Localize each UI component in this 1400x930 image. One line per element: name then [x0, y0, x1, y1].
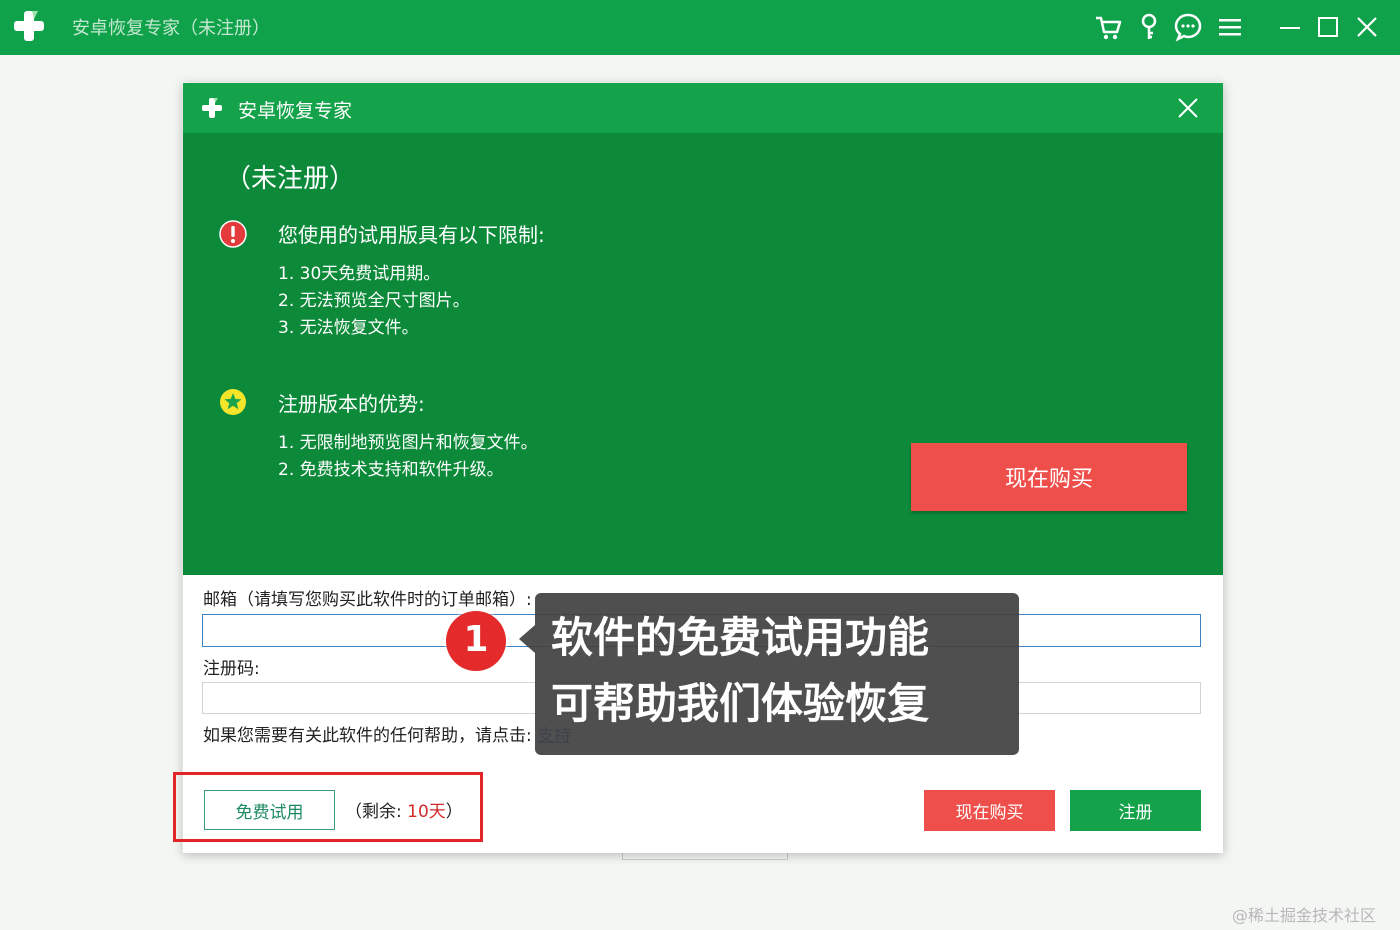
- menu-icon[interactable]: [1215, 12, 1245, 42]
- close-icon[interactable]: [1175, 95, 1201, 121]
- advantages-title: 注册版本的优势:: [278, 392, 425, 416]
- annotation-callout: 软件的免费试用功能 可帮助我们体验恢复: [535, 593, 1019, 755]
- trial-limit-item: 2. 无法预览全尺寸图片。: [278, 291, 470, 311]
- callout-line-2: 可帮助我们体验恢复: [551, 679, 930, 728]
- help-line: 如果您需要有关此软件的任何帮助，请点击: 支持: [203, 721, 571, 746]
- dialog-header: 安卓恢复专家: [183, 83, 1223, 133]
- plus-logo-icon: [202, 98, 222, 118]
- register-button[interactable]: 注册: [1070, 790, 1201, 831]
- step-number-badge: 1: [446, 611, 506, 671]
- email-label: 邮箱（请填写您购买此软件时的订单邮箱）:: [203, 590, 532, 610]
- minimize-icon[interactable]: [1275, 12, 1305, 42]
- watermark: @稀土掘金技术社区: [1232, 906, 1377, 925]
- remaining-prefix: （剩余:: [345, 802, 408, 822]
- remaining-days-value: 10天: [407, 802, 446, 822]
- star-icon: [220, 389, 246, 415]
- help-text: 如果您需要有关此软件的任何帮助，请点击:: [203, 726, 532, 746]
- buy-now-button[interactable]: 现在购买: [911, 443, 1187, 511]
- advantage-item: 1. 无限制地预览图片和恢复文件。: [278, 433, 538, 453]
- maximize-icon[interactable]: [1313, 12, 1343, 42]
- key-icon[interactable]: [1134, 12, 1164, 42]
- registration-status: （未注册）: [225, 164, 356, 194]
- advantage-item: 2. 免费技术支持和软件升级。: [278, 460, 504, 480]
- cart-icon[interactable]: [1093, 12, 1123, 42]
- callout-pointer: [519, 625, 535, 653]
- dialog-title: 安卓恢复专家: [238, 100, 353, 122]
- info-panel: （未注册） 您使用的试用版具有以下限制: 1. 30天免费试用期。 2. 无法预…: [183, 133, 1223, 575]
- free-trial-button[interactable]: 免费试用: [204, 790, 335, 830]
- registration-code-label: 注册码:: [203, 659, 260, 679]
- app-titlebar: 安卓恢复专家（未注册）: [0, 0, 1400, 55]
- buy-now-small-button[interactable]: 现在购买: [924, 790, 1055, 831]
- remaining-suffix: ）: [445, 802, 463, 822]
- chat-icon[interactable]: [1173, 12, 1203, 42]
- remaining-days-text: （剩余: 10天）: [345, 797, 463, 822]
- trial-limit-item: 3. 无法恢复文件。: [278, 318, 419, 338]
- trial-limits-title: 您使用的试用版具有以下限制:: [278, 223, 545, 247]
- plus-logo-icon: [14, 11, 44, 41]
- warning-icon: [219, 220, 247, 248]
- close-icon[interactable]: [1352, 12, 1382, 42]
- callout-line-1: 软件的免费试用功能: [551, 613, 930, 662]
- window-title: 安卓恢复专家（未注册）: [72, 18, 270, 39]
- trial-limit-item: 1. 30天免费试用期。: [278, 264, 441, 284]
